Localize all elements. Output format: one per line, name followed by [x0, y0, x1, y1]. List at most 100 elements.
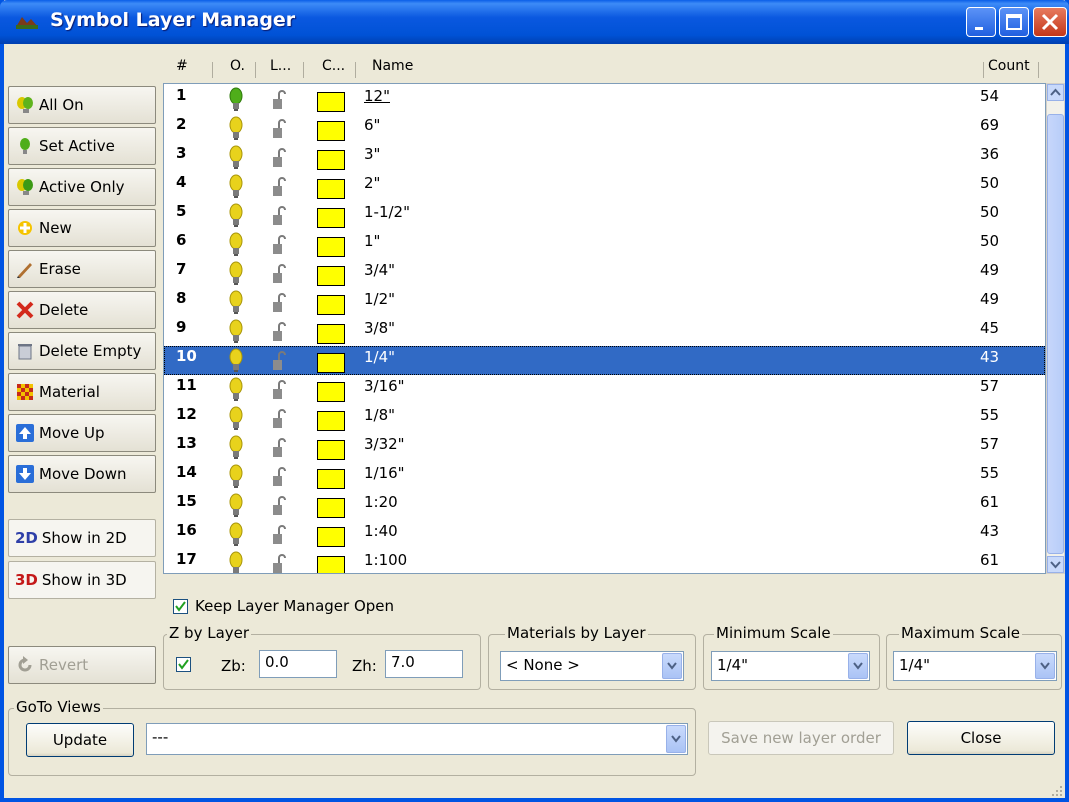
- layer-row[interactable]: 13 3/32" 57: [164, 433, 1045, 462]
- bulb-icon[interactable]: [228, 290, 244, 320]
- chevron-down-icon[interactable]: [666, 725, 686, 753]
- layer-row[interactable]: 10 1/4" 43: [164, 346, 1045, 375]
- show-in-2d-button[interactable]: 2D Show in 2D: [8, 519, 156, 557]
- layer-color-swatch[interactable]: [317, 498, 345, 518]
- unlock-icon[interactable]: [270, 292, 286, 318]
- layer-color-swatch[interactable]: [317, 469, 345, 489]
- unlock-icon[interactable]: [270, 466, 286, 492]
- close-button[interactable]: Close: [907, 721, 1055, 755]
- all-on-button[interactable]: All On: [8, 86, 156, 124]
- update-button[interactable]: Update: [26, 723, 134, 757]
- layer-color-swatch[interactable]: [317, 324, 345, 344]
- save-layer-order-button[interactable]: Save new layer order: [708, 721, 894, 755]
- column-divider[interactable]: [983, 62, 984, 78]
- layer-row[interactable]: 11 3/16" 57: [164, 375, 1045, 404]
- column-header-number[interactable]: #: [176, 58, 188, 82]
- layer-row[interactable]: 8 1/2" 49: [164, 288, 1045, 317]
- keep-open-checkbox[interactable]: [173, 599, 188, 614]
- chevron-down-icon[interactable]: [1035, 653, 1055, 679]
- bulb-icon[interactable]: [228, 551, 244, 573]
- bulb-icon[interactable]: [228, 435, 244, 465]
- layer-color-swatch[interactable]: [317, 295, 345, 315]
- column-divider[interactable]: [255, 62, 256, 78]
- resize-grip-icon[interactable]: [1050, 784, 1064, 798]
- goto-views-select[interactable]: ---: [146, 723, 688, 755]
- unlock-icon[interactable]: [270, 176, 286, 202]
- scroll-thumb[interactable]: [1047, 114, 1064, 554]
- layer-color-swatch[interactable]: [317, 121, 345, 141]
- maximize-button[interactable]: [999, 7, 1029, 37]
- minimize-button[interactable]: [966, 7, 996, 37]
- bulb-icon[interactable]: [228, 145, 244, 175]
- layer-color-swatch[interactable]: [317, 440, 345, 460]
- chevron-down-icon[interactable]: [848, 653, 868, 679]
- layer-color-swatch[interactable]: [317, 208, 345, 228]
- layer-row[interactable]: 17 1:100 61: [164, 549, 1045, 573]
- set-active-button[interactable]: Set Active: [8, 127, 156, 165]
- bulb-icon[interactable]: [228, 174, 244, 204]
- layer-color-swatch[interactable]: [317, 237, 345, 257]
- unlock-icon[interactable]: [270, 379, 286, 405]
- unlock-icon[interactable]: [270, 524, 286, 550]
- layer-list[interactable]: 1 12" 54 2 6" 69 3 3" 36 4 2" 50 5 1-1/2" 50 6 1" 50 7 3/4"…: [163, 83, 1046, 574]
- layer-color-swatch[interactable]: [317, 527, 345, 547]
- bulb-icon[interactable]: [228, 261, 244, 291]
- bulb-icon[interactable]: [228, 232, 244, 262]
- layer-color-swatch[interactable]: [317, 179, 345, 199]
- unlock-icon[interactable]: [270, 147, 286, 173]
- layer-row[interactable]: 16 1:40 43: [164, 520, 1045, 549]
- layer-row[interactable]: 14 1/16" 55: [164, 462, 1045, 491]
- column-divider[interactable]: [1038, 62, 1039, 78]
- layer-row[interactable]: 2 6" 69: [164, 114, 1045, 143]
- layer-row[interactable]: 6 1" 50: [164, 230, 1045, 259]
- bulb-icon[interactable]: [228, 493, 244, 523]
- bulb-icon[interactable]: [228, 377, 244, 407]
- move-down-button[interactable]: Move Down: [8, 455, 156, 493]
- zh-input[interactable]: 7.0: [385, 650, 463, 678]
- new-layer-button[interactable]: New: [8, 209, 156, 247]
- delete-button[interactable]: Delete: [8, 291, 156, 329]
- move-up-button[interactable]: Move Up: [8, 414, 156, 452]
- unlock-icon[interactable]: [270, 495, 286, 521]
- layer-row[interactable]: 3 3" 36: [164, 143, 1045, 172]
- column-divider[interactable]: [355, 62, 356, 78]
- revert-button[interactable]: Revert: [8, 646, 156, 684]
- layer-row[interactable]: 7 3/4" 49: [164, 259, 1045, 288]
- scroll-up-button[interactable]: [1047, 84, 1064, 101]
- bulb-icon[interactable]: [228, 319, 244, 349]
- erase-button[interactable]: Erase: [8, 250, 156, 288]
- layer-color-swatch[interactable]: [317, 353, 345, 373]
- unlock-icon[interactable]: [270, 118, 286, 144]
- title-bar[interactable]: Symbol Layer Manager: [0, 0, 1069, 44]
- scroll-down-button[interactable]: [1047, 556, 1064, 573]
- column-header-color[interactable]: C...: [322, 58, 345, 82]
- max-scale-select[interactable]: 1/4": [893, 651, 1057, 681]
- layer-color-swatch[interactable]: [317, 382, 345, 402]
- bulb-icon[interactable]: [228, 203, 244, 233]
- layer-color-swatch[interactable]: [317, 556, 345, 573]
- bulb-icon[interactable]: [228, 522, 244, 552]
- materials-select[interactable]: < None >: [500, 651, 684, 681]
- column-header-on[interactable]: O.: [230, 58, 245, 82]
- layer-row[interactable]: 15 1:20 61: [164, 491, 1045, 520]
- chevron-down-icon[interactable]: [662, 653, 682, 679]
- column-header-count[interactable]: Count: [988, 58, 1030, 82]
- column-divider[interactable]: [212, 62, 213, 78]
- zb-input[interactable]: 0.0: [259, 650, 337, 678]
- layer-color-swatch[interactable]: [317, 266, 345, 286]
- column-header-lock[interactable]: L...: [270, 58, 291, 82]
- bulb-icon[interactable]: [228, 116, 244, 146]
- unlock-icon[interactable]: [270, 350, 286, 376]
- bulb-icon[interactable]: [228, 348, 244, 378]
- unlock-icon[interactable]: [270, 263, 286, 289]
- unlock-icon[interactable]: [270, 437, 286, 463]
- layer-row[interactable]: 5 1-1/2" 50: [164, 201, 1045, 230]
- close-window-button[interactable]: [1033, 7, 1067, 37]
- show-in-3d-button[interactable]: 3D Show in 3D: [8, 561, 156, 599]
- unlock-icon[interactable]: [270, 89, 286, 115]
- layer-color-swatch[interactable]: [317, 150, 345, 170]
- layer-color-swatch[interactable]: [317, 411, 345, 431]
- unlock-icon[interactable]: [270, 205, 286, 231]
- delete-empty-button[interactable]: Delete Empty: [8, 332, 156, 370]
- column-header-name[interactable]: Name: [372, 58, 413, 82]
